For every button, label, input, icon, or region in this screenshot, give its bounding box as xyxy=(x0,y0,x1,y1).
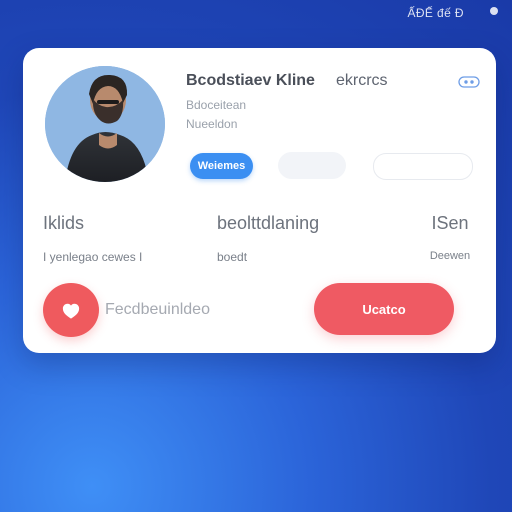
stat-label: ISen xyxy=(431,213,469,233)
stat-item: Iklids I yenlegao cewes I xyxy=(43,213,142,264)
stat-value: Deewen xyxy=(429,250,471,262)
stat-value: I yenlegao cewes I xyxy=(43,250,143,264)
profile-subtitle: Bdoceitean xyxy=(186,98,247,112)
verified-icon xyxy=(458,75,480,88)
stat-item: ISen Deewen xyxy=(420,213,480,262)
avatar xyxy=(45,66,165,182)
status-text: ẤĐẾ đế Đ xyxy=(407,6,464,20)
status-dot-icon xyxy=(490,7,498,15)
primary-action-button[interactable]: Ucatco xyxy=(314,283,454,335)
secondary-pill-button[interactable] xyxy=(278,152,346,179)
profile-handle: Nueeldon xyxy=(186,117,238,131)
stat-value: boedt xyxy=(217,250,248,264)
favorite-button[interactable] xyxy=(43,283,99,337)
status-bar: ẤĐẾ đế Đ xyxy=(384,6,504,20)
profile-name: Bcodstiaev Kline xyxy=(186,72,315,89)
stat-label: Iklids xyxy=(43,213,85,233)
primary-pill-button[interactable]: Weiemes xyxy=(190,153,253,179)
heart-icon xyxy=(62,303,80,319)
profile-card: Bcodstiaev Kline ekrcrcs Bdoceitean Nuee… xyxy=(23,48,496,353)
favorite-label: Fecdbeuinldeo xyxy=(105,301,210,318)
outline-pill-button[interactable] xyxy=(373,153,473,180)
stat-item: beolttdlaning boedt xyxy=(217,213,319,264)
stat-label: beolttdlaning xyxy=(217,213,320,233)
profile-name-accent: ekrcrcs xyxy=(336,72,388,89)
